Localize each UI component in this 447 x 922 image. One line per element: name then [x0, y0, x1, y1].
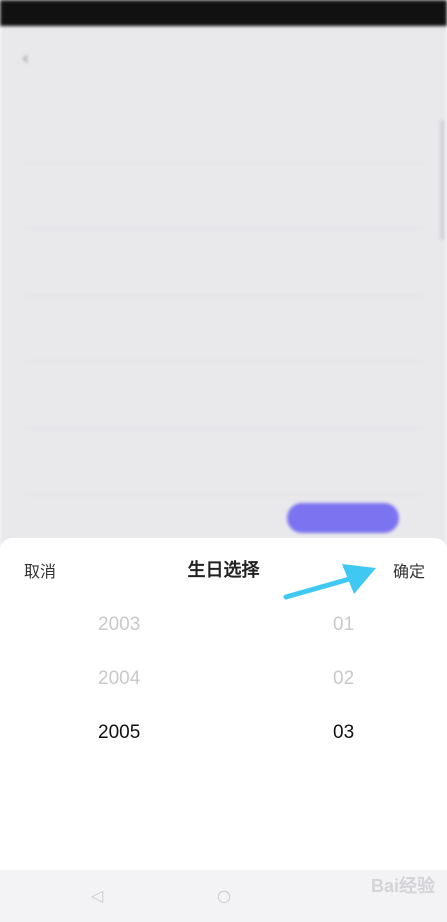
background-page: ‹ — [0, 0, 447, 562]
list-item — [24, 229, 423, 296]
nav-back-icon[interactable]: ◁ — [85, 884, 109, 908]
watermark-logo: Bai经验 — [370, 876, 435, 896]
list-item — [24, 296, 423, 362]
year-option[interactable]: 2003 — [42, 598, 202, 652]
list-item — [24, 362, 423, 429]
annotation-arrow-icon — [283, 564, 376, 600]
month-option-selected[interactable]: 03 — [265, 706, 425, 760]
accent-pill — [287, 503, 399, 533]
list-item — [24, 163, 423, 229]
year-picker-wheel[interactable]: 2003 2004 2005 — [42, 598, 202, 778]
list-item — [24, 429, 423, 495]
month-option[interactable]: 02 — [265, 652, 425, 706]
nav-home-icon[interactable]: ○ — [212, 884, 236, 908]
month-option[interactable]: 01 — [265, 598, 425, 652]
month-picker-wheel[interactable]: 01 02 03 — [265, 598, 425, 778]
year-option[interactable]: 2004 — [42, 652, 202, 706]
cancel-button[interactable]: 取消 — [24, 558, 56, 582]
settings-list — [0, 96, 447, 562]
year-option-selected[interactable]: 2005 — [42, 706, 202, 760]
confirm-button[interactable]: 确定 — [393, 558, 425, 582]
list-item — [24, 96, 423, 163]
status-bar — [0, 0, 447, 26]
nav-bar: ‹ — [0, 26, 447, 96]
scrollbar — [440, 120, 444, 240]
back-arrow-icon: ‹ — [22, 48, 30, 69]
